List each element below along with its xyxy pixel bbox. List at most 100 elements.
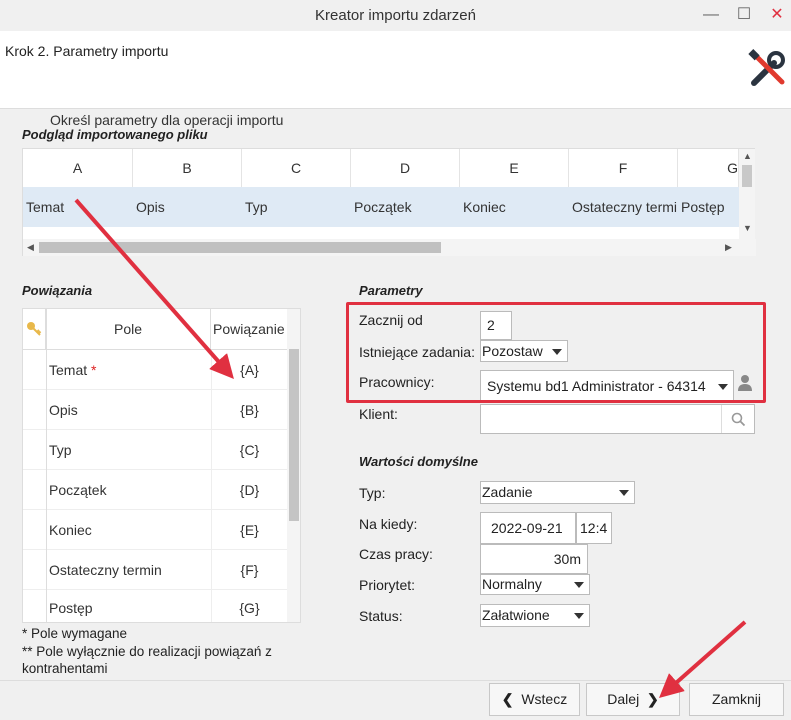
due-label: Na kiedy: bbox=[359, 516, 418, 532]
preview-cell: Koniec bbox=[463, 199, 506, 215]
required-marker: * bbox=[91, 362, 97, 378]
key-icon bbox=[27, 322, 42, 336]
scroll-thumb[interactable] bbox=[39, 242, 441, 253]
work-time-label: Czas pracy: bbox=[359, 546, 433, 562]
type-value: Zadanie bbox=[482, 484, 533, 500]
field-name: Opis bbox=[49, 402, 78, 418]
field-name: Typ bbox=[49, 442, 72, 458]
preview-row[interactable]: Temat Opis Typ Początek Koniec Ostateczn… bbox=[23, 187, 739, 227]
key-column-header bbox=[23, 309, 46, 350]
preview-col-header[interactable]: C bbox=[242, 149, 351, 187]
preview-col-header[interactable]: A bbox=[23, 149, 133, 187]
binding-value[interactable]: {F} bbox=[211, 550, 287, 590]
preview-col-header[interactable]: B bbox=[133, 149, 242, 187]
client-label: Klient: bbox=[359, 406, 398, 422]
preview-cell: Typ bbox=[245, 199, 268, 215]
annotation-highlight-box bbox=[346, 302, 766, 403]
priority-label: Priorytet: bbox=[359, 577, 416, 593]
close-dialog-button[interactable]: Zamknij bbox=[689, 683, 784, 716]
step-title: Krok 2. Parametry importu bbox=[5, 43, 169, 59]
due-time-input[interactable]: 12:4 bbox=[576, 512, 612, 544]
priority-value: Normalny bbox=[482, 576, 542, 592]
bindings-table: Pole Powiązanie Temat * {A} Opis {B} Typ… bbox=[22, 308, 301, 623]
title-bar: Kreator importu zdarzeń — ☐ ✕ bbox=[0, 0, 791, 31]
scroll-down-icon[interactable]: ▼ bbox=[743, 223, 752, 233]
preview-horizontal-scrollbar[interactable]: ◀ ▶ bbox=[23, 239, 756, 256]
required-note: * Pole wymagane bbox=[22, 626, 127, 641]
status-label: Status: bbox=[359, 608, 403, 624]
intro-text: Określ parametry dla operacji importu bbox=[50, 112, 284, 128]
chevron-right-icon: ❯ bbox=[646, 691, 659, 707]
next-label: Dalej bbox=[607, 691, 640, 707]
preview-vertical-scrollbar[interactable]: ▲ ▼ bbox=[739, 149, 755, 239]
scroll-thumb[interactable] bbox=[289, 349, 299, 521]
field-name: Ostateczny termin bbox=[49, 562, 162, 578]
field-column-header[interactable]: Pole bbox=[46, 309, 211, 350]
binding-value[interactable]: {G} bbox=[211, 588, 287, 622]
params-section-title: Parametry bbox=[359, 283, 423, 298]
priority-dropdown[interactable]: Normalny bbox=[480, 574, 590, 595]
preview-col-header[interactable]: F bbox=[569, 149, 678, 187]
chevron-down-icon bbox=[619, 490, 629, 496]
window-title: Kreator importu zdarzeń bbox=[315, 7, 476, 24]
preview-col-header[interactable]: E bbox=[460, 149, 569, 187]
chevron-down-icon bbox=[574, 582, 584, 588]
preview-row-partial bbox=[23, 227, 739, 239]
back-label: Wstecz bbox=[521, 691, 568, 707]
status-dropdown[interactable]: Załatwione bbox=[480, 604, 590, 627]
type-dropdown[interactable]: Zadanie bbox=[480, 481, 635, 504]
preview-grid: A B C D E F G Temat Opis Typ Początek Ko… bbox=[22, 148, 756, 256]
back-button[interactable]: ❮ Wstecz bbox=[489, 683, 580, 716]
required-note-text: * Pole wymagane bbox=[22, 626, 128, 641]
client-input-divider bbox=[721, 405, 722, 433]
due-date-input[interactable]: 2022-09-21 bbox=[480, 512, 576, 544]
work-time-input[interactable]: 30m bbox=[480, 544, 588, 574]
preview-cell: Temat bbox=[26, 199, 65, 215]
preview-cell: Postęp bbox=[681, 199, 725, 215]
binding-value[interactable]: {E} bbox=[211, 510, 287, 550]
table-row[interactable]: Typ {C} bbox=[23, 430, 287, 470]
binding-value[interactable]: {A} bbox=[211, 350, 287, 390]
binding-column-header[interactable]: Powiązanie bbox=[211, 309, 287, 350]
field-name: Początek bbox=[49, 482, 107, 498]
scroll-up-icon[interactable]: ▲ bbox=[743, 151, 752, 161]
type-label: Typ: bbox=[359, 485, 386, 501]
table-row[interactable]: Postęp {G} bbox=[23, 588, 287, 622]
column-divider bbox=[46, 309, 47, 622]
field-name: Postęp bbox=[49, 600, 93, 616]
table-row[interactable]: Temat * {A} bbox=[23, 350, 287, 390]
field-name: Koniec bbox=[49, 522, 92, 538]
bindings-section-title: Powiązania bbox=[22, 283, 93, 298]
chevron-down-icon bbox=[574, 613, 584, 619]
binding-value[interactable]: {D} bbox=[211, 470, 287, 510]
table-row[interactable]: Ostateczny termin {F} bbox=[23, 550, 287, 590]
scroll-left-icon[interactable]: ◀ bbox=[27, 242, 34, 253]
client-input[interactable] bbox=[480, 404, 755, 434]
minimize-button[interactable]: — bbox=[700, 4, 722, 26]
contractors-note: ** Pole wyłącznie do realizacji powiązań… bbox=[22, 644, 272, 676]
table-row[interactable]: Koniec {E} bbox=[23, 510, 287, 550]
defaults-section-title: Wartości domyślne bbox=[359, 454, 478, 469]
scroll-thumb[interactable] bbox=[742, 165, 752, 187]
table-row[interactable]: Opis {B} bbox=[23, 390, 287, 430]
preview-section-title: Podgląd importowanego pliku bbox=[22, 127, 208, 142]
search-icon[interactable] bbox=[731, 412, 746, 427]
preview-cell: Opis bbox=[136, 199, 165, 215]
binding-value[interactable]: {B} bbox=[211, 390, 287, 430]
field-name: Temat * bbox=[49, 350, 96, 390]
table-row[interactable]: Początek {D} bbox=[23, 470, 287, 510]
close-window-button[interactable]: ✕ bbox=[766, 4, 788, 26]
status-value: Załatwione bbox=[482, 607, 550, 623]
scroll-right-icon[interactable]: ▶ bbox=[725, 242, 732, 253]
bindings-scrollbar[interactable] bbox=[287, 309, 300, 622]
binding-value[interactable]: {C} bbox=[211, 430, 287, 470]
field-label: Temat bbox=[49, 362, 88, 378]
maximize-button[interactable]: ☐ bbox=[733, 4, 755, 26]
wizard-header: Krok 2. Parametry importu bbox=[0, 31, 791, 109]
preview-col-header[interactable]: G bbox=[678, 149, 739, 187]
chevron-left-icon: ❮ bbox=[501, 691, 514, 707]
preview-col-header[interactable]: D bbox=[351, 149, 460, 187]
preview-cell: Początek bbox=[354, 199, 412, 215]
next-button[interactable]: Dalej ❯ bbox=[586, 683, 680, 716]
tools-icon bbox=[748, 49, 785, 86]
